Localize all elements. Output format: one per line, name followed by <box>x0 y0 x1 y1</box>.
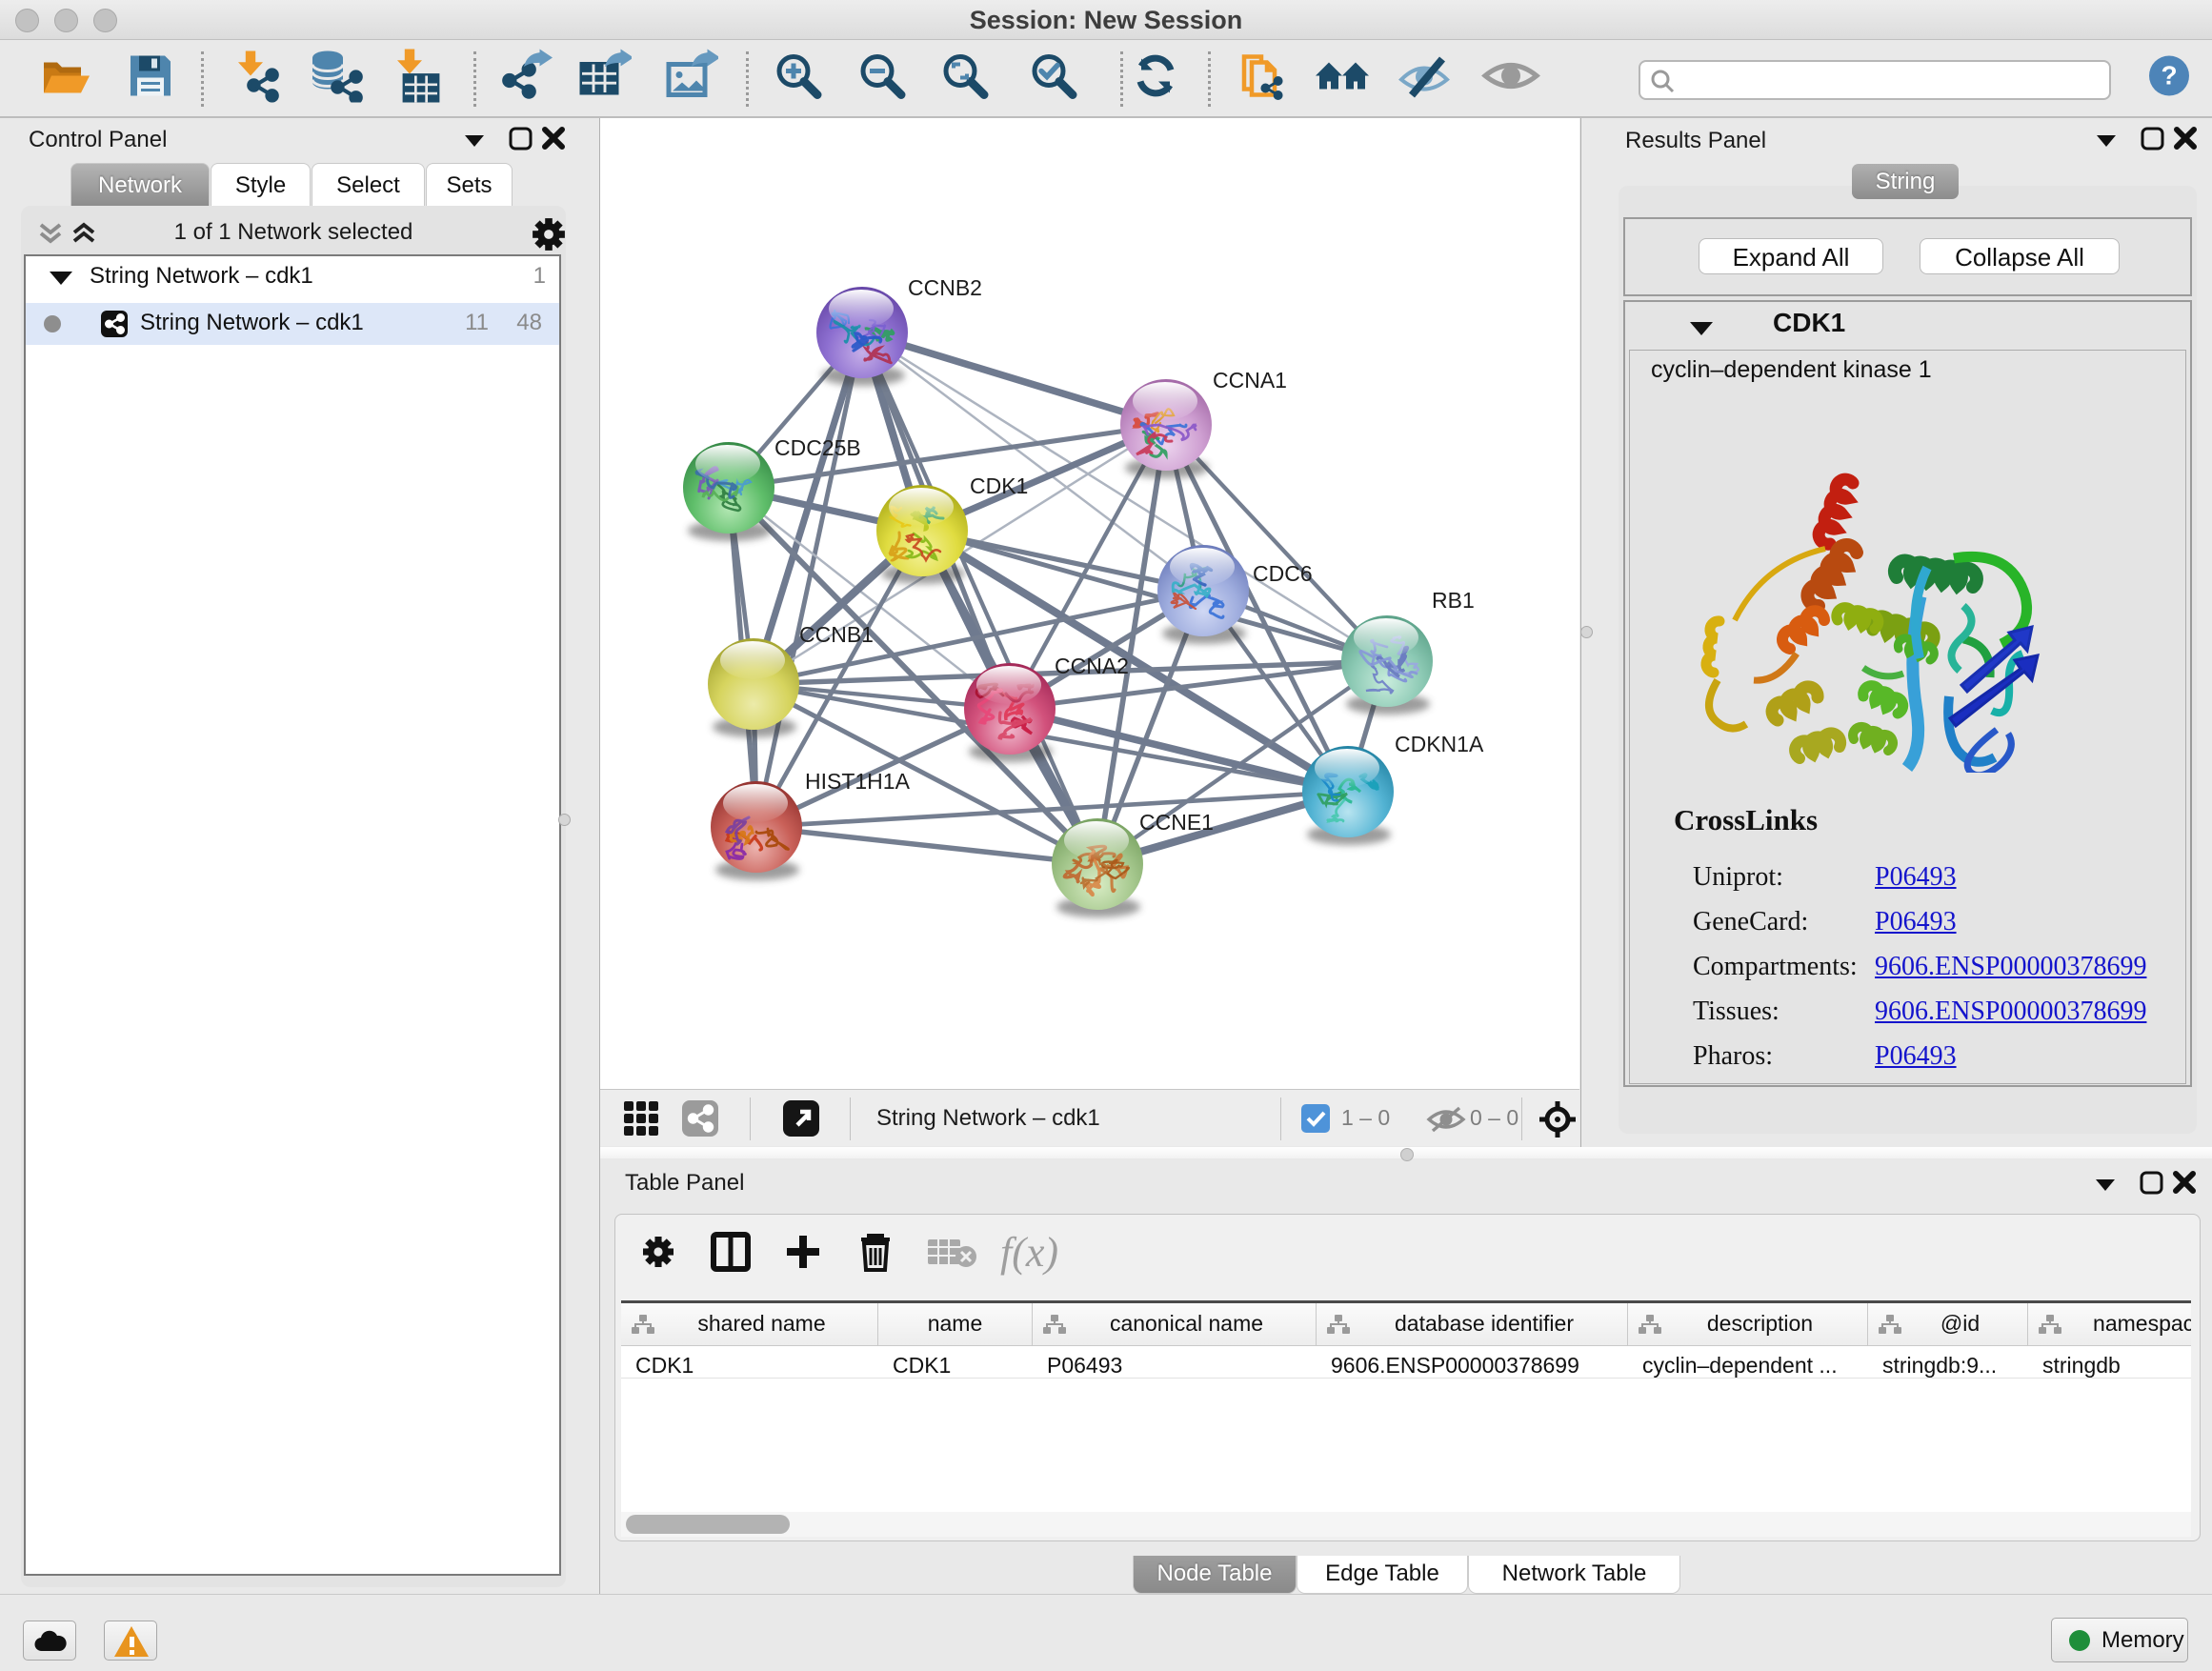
svg-text:CCNE1: CCNE1 <box>1139 810 1214 835</box>
svg-text:CCNB2: CCNB2 <box>908 275 982 300</box>
svg-text:CDKN1A: CDKN1A <box>1395 732 1484 756</box>
svg-text:CCNB1: CCNB1 <box>799 622 874 647</box>
svg-text:?: ? <box>2161 61 2177 91</box>
svg-text:CDC25B: CDC25B <box>774 435 861 460</box>
svg-text:HIST1H1A: HIST1H1A <box>805 769 911 794</box>
svg-text:CCNA1: CCNA1 <box>1213 368 1287 393</box>
svg-text:CDK1: CDK1 <box>970 473 1028 498</box>
svg-text:RB1: RB1 <box>1432 588 1475 613</box>
svg-text:CCNA2: CCNA2 <box>1055 654 1129 678</box>
svg-text:CDC6: CDC6 <box>1253 561 1313 586</box>
